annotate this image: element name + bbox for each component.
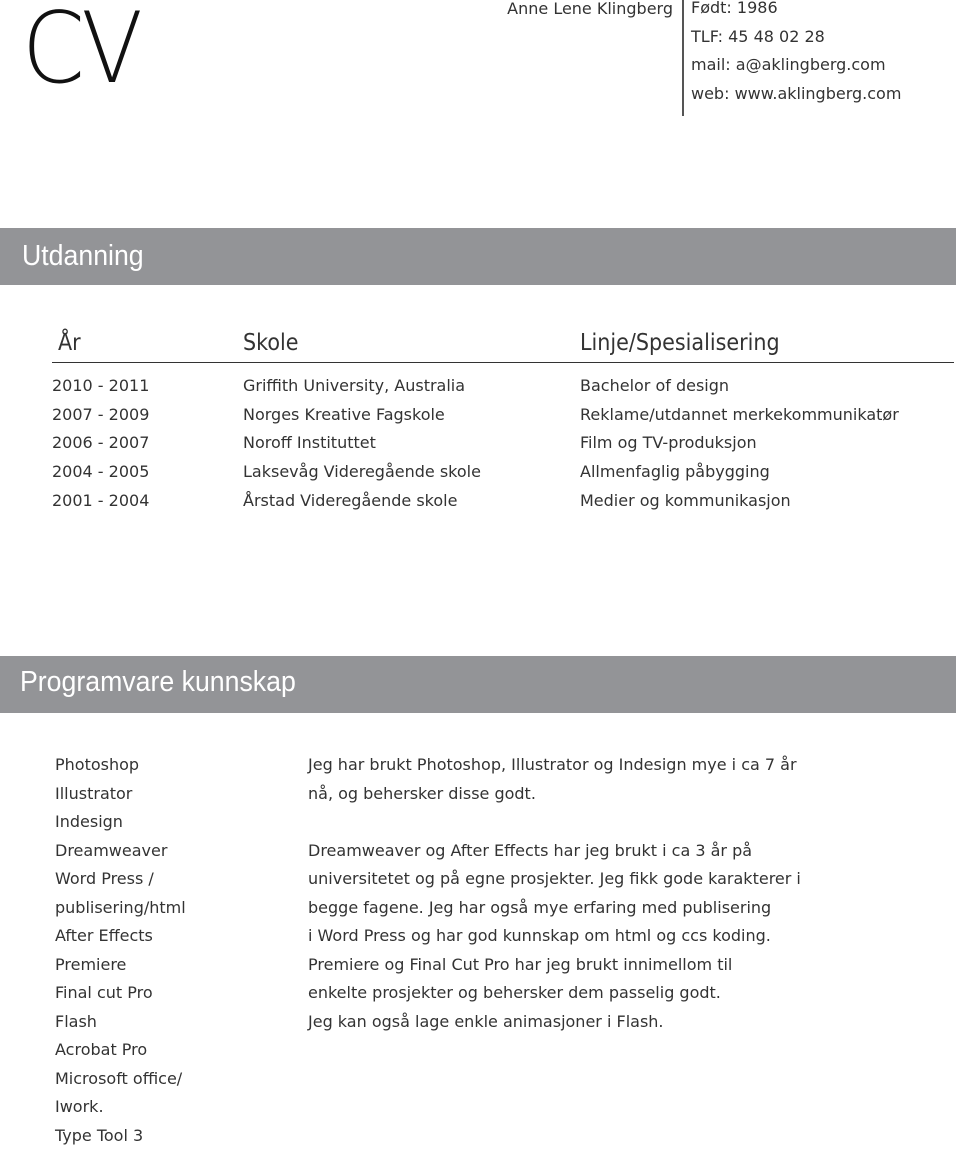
description-line: Premiere og Final Cut Pro har jeg brukt … xyxy=(308,954,801,983)
education-specialization: Film og TV-produksjon xyxy=(580,433,757,452)
description-line: Jeg kan også lage enkle animasjoner i Fl… xyxy=(308,1011,801,1040)
cv-title: CV xyxy=(22,0,139,106)
header-divider xyxy=(682,0,684,116)
software-item: Illustrator xyxy=(55,783,186,812)
education-specialization: Reklame/utdannet merkekommunikatør xyxy=(580,405,899,424)
software-item: Iwork. xyxy=(55,1096,186,1125)
software-item: Acrobat Pro xyxy=(55,1039,186,1068)
education-school: Norges Kreative Fagskole xyxy=(243,405,445,424)
contact-info: Født: 1986 TLF: 45 48 02 28 mail: a@akli… xyxy=(691,0,901,114)
software-item: Premiere xyxy=(55,954,186,983)
software-item: Word Press / xyxy=(55,868,186,897)
education-year: 2006 - 2007 xyxy=(52,433,149,452)
website[interactable]: web: www.aklingberg.com xyxy=(691,85,901,114)
education-specialization: Medier og kommunikasjon xyxy=(580,491,791,510)
software-section-header: Programvare kunnskap xyxy=(0,656,956,713)
education-year: 2004 - 2005 xyxy=(52,462,149,481)
education-school: Noroff Instituttet xyxy=(243,433,376,452)
description-line: Jeg har brukt Photoshop, Illustrator og … xyxy=(308,754,801,783)
description-line xyxy=(308,811,801,840)
email[interactable]: mail: a@aklingberg.com xyxy=(691,56,901,85)
software-list: PhotoshopIllustratorIndesignDreamweaverW… xyxy=(55,754,186,1153)
software-item: Photoshop xyxy=(55,754,186,783)
software-item: publisering/html xyxy=(55,897,186,926)
column-header-year: År xyxy=(58,330,81,356)
phone: TLF: 45 48 02 28 xyxy=(691,28,901,57)
description-line: enkelte prosjekter og behersker dem pass… xyxy=(308,982,801,1011)
software-section-title: Programvare kunnskap xyxy=(20,666,296,699)
description-line: Dreamweaver og After Effects har jeg bru… xyxy=(308,840,801,869)
education-specialization: Bachelor of design xyxy=(580,376,729,395)
education-school: Griffith University, Australia xyxy=(243,376,465,395)
software-item: Flash xyxy=(55,1011,186,1040)
description-line: universitetet og på egne prosjekter. Jeg… xyxy=(308,868,801,897)
software-item: Dreamweaver xyxy=(55,840,186,869)
education-specialization: Allmenfaglig påbygging xyxy=(580,462,770,481)
software-item: Microsoft office/ xyxy=(55,1068,186,1097)
description-line: i Word Press og har god kunnskap om html… xyxy=(308,925,801,954)
education-year: 2010 - 2011 xyxy=(52,376,149,395)
description-line: nå, og behersker disse godt. xyxy=(308,783,801,812)
education-section-header: Utdanning xyxy=(0,228,956,285)
education-year: 2001 - 2004 xyxy=(52,491,149,510)
education-school: Årstad Videregående skole xyxy=(243,491,457,510)
education-school: Laksevåg Videregående skole xyxy=(243,462,481,481)
column-header-specialization: Linje/Spesialisering xyxy=(580,330,780,356)
software-item: Indesign xyxy=(55,811,186,840)
education-year: 2007 - 2009 xyxy=(52,405,149,424)
description-line: begge fagene. Jeg har også mye erfaring … xyxy=(308,897,801,926)
software-item: Type Tool 3 xyxy=(55,1125,186,1153)
birth-year: Født: 1986 xyxy=(691,0,901,28)
software-item: After Effects xyxy=(55,925,186,954)
table-header-rule xyxy=(52,362,954,363)
software-item: Final cut Pro xyxy=(55,982,186,1011)
education-section-title: Utdanning xyxy=(22,240,144,273)
software-description: Jeg har brukt Photoshop, Illustrator og … xyxy=(308,754,801,1039)
column-header-school: Skole xyxy=(243,330,299,356)
person-name: Anne Lene Klingberg xyxy=(480,0,673,18)
